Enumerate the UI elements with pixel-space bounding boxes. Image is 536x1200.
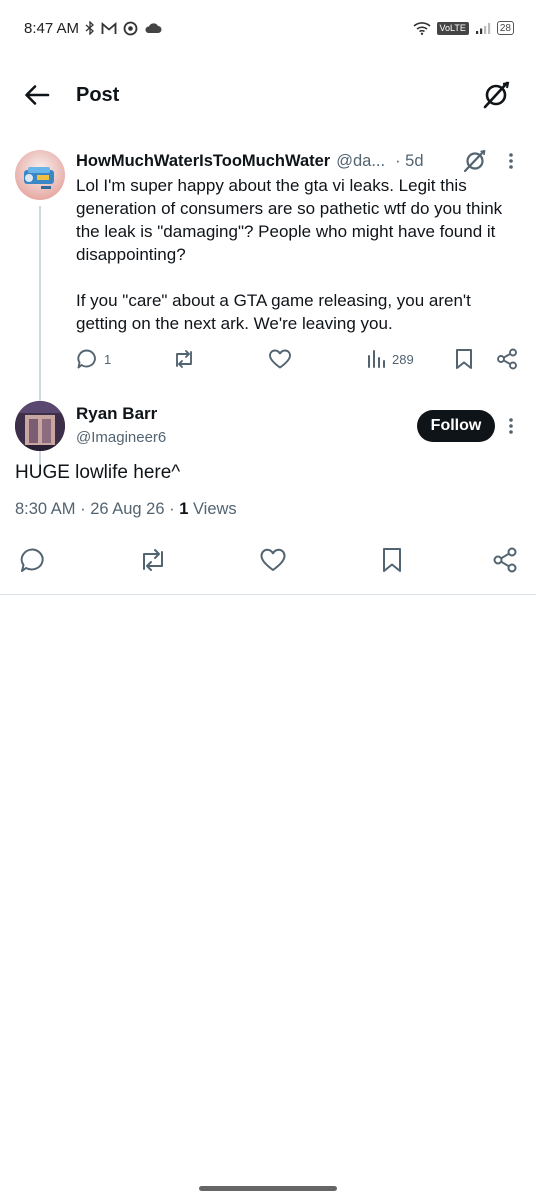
avatar[interactable] <box>15 401 65 451</box>
cloud-icon <box>144 22 162 34</box>
vpn-icon <box>123 21 138 36</box>
page-title: Post <box>76 83 120 106</box>
user-handle[interactable]: @Imagineer6 <box>76 429 166 446</box>
views-label: Views <box>188 500 237 518</box>
bookmark-button[interactable] <box>377 545 407 575</box>
views-button[interactable]: 289 <box>366 346 414 372</box>
focused-post-actions <box>0 545 536 575</box>
bar-chart-icon <box>368 350 385 368</box>
avatar[interactable] <box>15 150 65 200</box>
status-left: 8:47 AM <box>24 20 162 37</box>
repost-button[interactable] <box>172 346 196 372</box>
display-name[interactable]: Ryan Barr <box>76 404 157 424</box>
divider <box>0 594 536 595</box>
post-timestamp: 8:30 AM · 26 Aug 26 · <box>15 500 180 518</box>
reply-icon <box>20 548 44 572</box>
heart-icon <box>260 548 286 571</box>
like-button[interactable] <box>268 346 292 372</box>
share-icon <box>493 547 517 573</box>
post-actions: 1 289 <box>76 346 526 372</box>
gmail-icon <box>101 21 117 35</box>
battery-icon: 28 <box>496 21 514 35</box>
volte-badge: VoLTE <box>436 21 469 35</box>
status-right: VoLTE 28 <box>412 21 514 35</box>
bookmark-button[interactable] <box>454 346 474 372</box>
grok-button[interactable] <box>462 148 488 174</box>
reply-button[interactable]: 1 <box>76 346 111 372</box>
more-vertical-icon <box>509 418 513 434</box>
post-header: HowMuchWaterIsTooMuchWater @da... · 5d <box>76 150 516 172</box>
share-button[interactable] <box>490 545 520 575</box>
bookmark-icon <box>383 548 401 572</box>
reply-icon <box>77 349 96 369</box>
back-button[interactable] <box>24 77 60 113</box>
more-options-button[interactable] <box>500 415 522 437</box>
grok-icon <box>463 149 486 173</box>
share-icon <box>497 348 517 370</box>
views-count: 1 <box>179 500 189 518</box>
home-indicator[interactable] <box>199 1186 337 1191</box>
share-button[interactable] <box>496 346 518 372</box>
bookmark-icon <box>456 349 472 369</box>
status-time: 8:47 AM <box>24 19 80 37</box>
top-app-bar: Post <box>0 62 536 128</box>
repost-icon <box>143 549 163 571</box>
like-button[interactable] <box>258 545 288 575</box>
status-bar: 8:47 AM VoLTE 28 <box>0 0 536 56</box>
display-name[interactable]: HowMuchWaterIsTooMuchWater <box>76 152 330 171</box>
follow-button[interactable]: Follow <box>417 410 495 442</box>
arrow-left-icon <box>25 85 50 105</box>
battery-level: 28 <box>499 22 511 34</box>
more-vertical-icon <box>509 153 513 169</box>
more-options-button[interactable] <box>500 150 522 172</box>
views-count: 289 <box>392 351 414 367</box>
repost-button[interactable] <box>138 545 168 575</box>
post-text: HUGE lowlife here^ <box>15 462 181 483</box>
wifi-icon <box>412 21 431 35</box>
heart-icon <box>269 349 291 369</box>
post-text: Lol I'm super happy about the gta vi lea… <box>76 176 503 333</box>
grok-icon <box>483 81 510 109</box>
user-handle[interactable]: @da... <box>336 152 385 171</box>
reply-count: 1 <box>104 351 112 367</box>
repost-icon <box>176 350 192 368</box>
grok-button[interactable] <box>480 79 512 111</box>
signal-icon <box>475 21 491 35</box>
reply-button[interactable] <box>18 545 48 575</box>
post-metadata: 8:30 AM · 26 Aug 26 · 1 Views <box>15 500 237 519</box>
post-time[interactable]: · 5d <box>395 152 423 171</box>
bluetooth-icon <box>85 21 95 35</box>
